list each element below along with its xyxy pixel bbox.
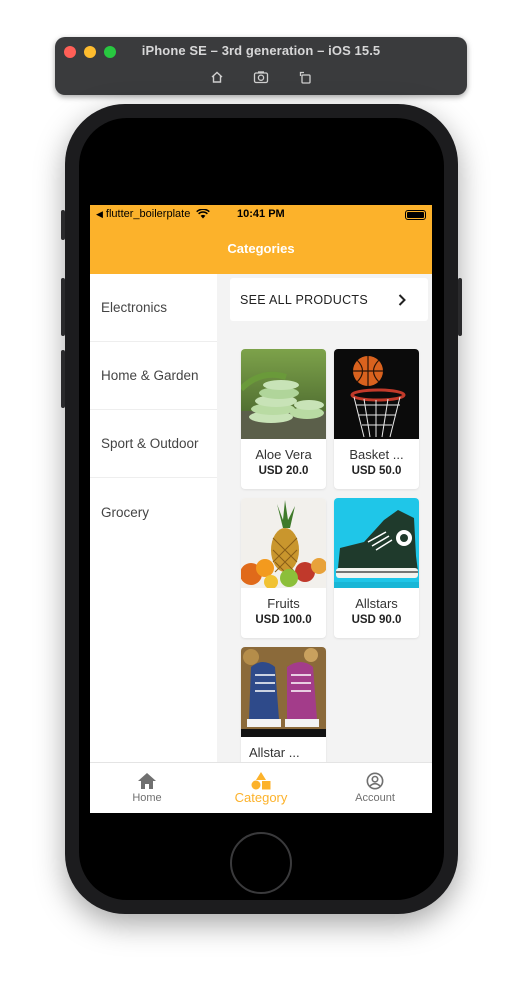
nav-account-label: Account — [355, 792, 395, 804]
app-screen: ◀ flutter_boilerplate 10:41 PM Categorie… — [90, 205, 432, 813]
product-image-allstars — [334, 498, 419, 588]
status-bar: ◀ flutter_boilerplate 10:41 PM — [90, 208, 432, 223]
volume-down-button — [61, 350, 65, 408]
product-image-aloe-vera — [241, 349, 326, 439]
page-title: Categories — [227, 241, 295, 256]
product-price: USD 90.0 — [351, 614, 402, 626]
product-card[interactable]: Basket ... USD 50.0 — [334, 349, 419, 489]
mute-switch — [61, 210, 65, 240]
product-name: Allstars — [355, 596, 398, 611]
category-item-home-garden[interactable]: Home & Garden — [90, 342, 217, 410]
category-item-grocery[interactable]: Grocery — [90, 478, 217, 546]
product-price: USD 100.0 — [255, 614, 312, 626]
battery-icon — [405, 210, 426, 220]
see-all-products-button[interactable]: SEE ALL PRODUCTS — [230, 278, 428, 321]
nav-account[interactable]: Account — [318, 763, 432, 813]
see-all-label: SEE ALL PRODUCTS — [240, 292, 368, 307]
product-image-allstar — [241, 647, 326, 737]
wifi-icon — [196, 209, 211, 219]
category-icon — [251, 772, 271, 790]
status-time: 10:41 PM — [237, 208, 285, 220]
power-button — [458, 278, 462, 336]
product-image-basketball — [334, 349, 419, 439]
product-card[interactable]: Allstars USD 90.0 — [334, 498, 419, 638]
screenshot-icon[interactable] — [252, 68, 270, 86]
category-list: Electronics Home & Garden Sport & Outdoo… — [90, 274, 217, 762]
product-price: USD 50.0 — [351, 465, 402, 477]
home-icon — [138, 773, 156, 789]
home-hardware-button[interactable] — [230, 832, 292, 894]
product-name: Fruits — [267, 596, 300, 611]
product-name: Allstar ... — [249, 745, 300, 760]
product-name: Aloe Vera — [255, 447, 312, 462]
product-image-fruits — [241, 498, 326, 588]
carrier-label: flutter_boilerplate — [105, 208, 191, 220]
product-price: USD 20.0 — [258, 465, 309, 477]
app-bar: ◀ flutter_boilerplate 10:41 PM Categorie… — [90, 205, 432, 274]
product-card[interactable]: Aloe Vera USD 20.0 — [241, 349, 326, 489]
chevron-right-icon — [398, 293, 406, 306]
home-icon[interactable] — [208, 68, 226, 86]
product-card[interactable]: Fruits USD 100.0 — [241, 498, 326, 638]
simulator-title-bar: iPhone SE – 3rd generation – iOS 15.5 — [55, 37, 467, 95]
category-item-electronics[interactable]: Electronics — [90, 274, 217, 342]
simulator-title: iPhone SE – 3rd generation – iOS 15.5 — [141, 43, 381, 58]
product-name: Basket ... — [349, 447, 404, 462]
back-arrow-icon[interactable]: ◀ — [96, 209, 103, 220]
bottom-nav: Home Category Account — [90, 762, 432, 813]
nav-category[interactable]: Category — [204, 763, 318, 813]
nav-category-label: Category — [234, 790, 288, 805]
rotate-icon[interactable] — [296, 68, 314, 86]
nav-home-label: Home — [132, 792, 162, 804]
volume-up-button — [61, 278, 65, 336]
account-icon — [366, 772, 384, 790]
status-carrier: ◀ flutter_boilerplate — [96, 208, 211, 220]
category-item-sport-outdoor[interactable]: Sport & Outdoor — [90, 410, 217, 478]
nav-home[interactable]: Home — [90, 763, 204, 813]
